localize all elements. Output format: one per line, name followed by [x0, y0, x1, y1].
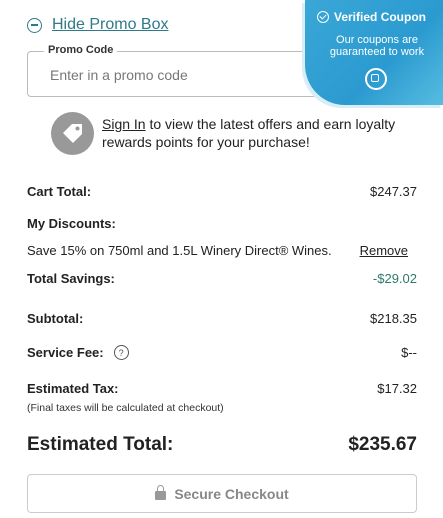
- savings-label: Total Savings:: [27, 271, 115, 286]
- promo-code-label: Promo Code: [44, 44, 118, 56]
- price-tag-icon: [51, 112, 94, 155]
- discount-line: Save 15% on 750ml and 1.5L Winery Direct…: [27, 243, 332, 258]
- verified-coupon-badge: Verified Coupon Our coupons are guarante…: [305, 0, 443, 105]
- remove-discount-link[interactable]: Remove: [360, 243, 408, 258]
- hide-promo-toggle[interactable]: Hide Promo Box: [27, 16, 169, 34]
- savings-value: -$29.02: [372, 271, 417, 286]
- subtotal-value: $218.35: [370, 311, 417, 326]
- secure-checkout-label: Secure Checkout: [174, 485, 289, 502]
- cart-total-value: $247.37: [370, 184, 417, 199]
- sign-in-link[interactable]: Sign In: [102, 116, 146, 132]
- tax-label: Estimated Tax:: [27, 381, 119, 396]
- cart-total-row: Cart Total: $247.37: [27, 184, 417, 199]
- check-circle-icon: [317, 11, 329, 23]
- badge-title: Verified Coupon: [334, 10, 427, 24]
- service-fee-row: Service Fee: ? $--: [27, 345, 417, 360]
- minus-circle-icon: [27, 17, 42, 33]
- service-fee-value: $--: [401, 345, 417, 360]
- lock-icon: [155, 484, 167, 500]
- help-icon[interactable]: ?: [113, 345, 129, 360]
- estimated-total-row: Estimated Total: $235.67: [27, 434, 417, 456]
- promo-code-input[interactable]: [48, 66, 342, 84]
- tax-note: (Final taxes will be calculated at check…: [27, 402, 224, 414]
- discount-line-row: Save 15% on 750ml and 1.5L Winery Direct…: [27, 243, 417, 258]
- savings-row: Total Savings: -$29.02: [27, 271, 417, 286]
- tax-row: Estimated Tax: $17.32: [27, 381, 417, 396]
- subtotal-label: Subtotal:: [27, 311, 84, 326]
- subtotal-row: Subtotal: $218.35: [27, 311, 417, 326]
- secure-checkout-button[interactable]: Secure Checkout: [27, 474, 417, 513]
- estimated-total-value: $235.67: [348, 434, 417, 455]
- signin-text: to view the latest offers and earn loyal…: [102, 116, 396, 150]
- tax-value: $17.32: [377, 381, 417, 396]
- badge-description: Our coupons are guaranteed to work: [329, 34, 425, 58]
- discounts-label: My Discounts:: [27, 216, 116, 231]
- service-fee-label: Service Fee:: [27, 345, 104, 360]
- hide-promo-label: Hide Promo Box: [52, 16, 169, 33]
- cart-total-label: Cart Total:: [27, 184, 92, 199]
- coupon-seal-icon: [365, 68, 387, 90]
- estimated-total-label: Estimated Total:: [27, 434, 174, 455]
- discounts-row: My Discounts:: [27, 216, 417, 231]
- signin-message: Sign In to view the latest offers and ea…: [102, 115, 402, 151]
